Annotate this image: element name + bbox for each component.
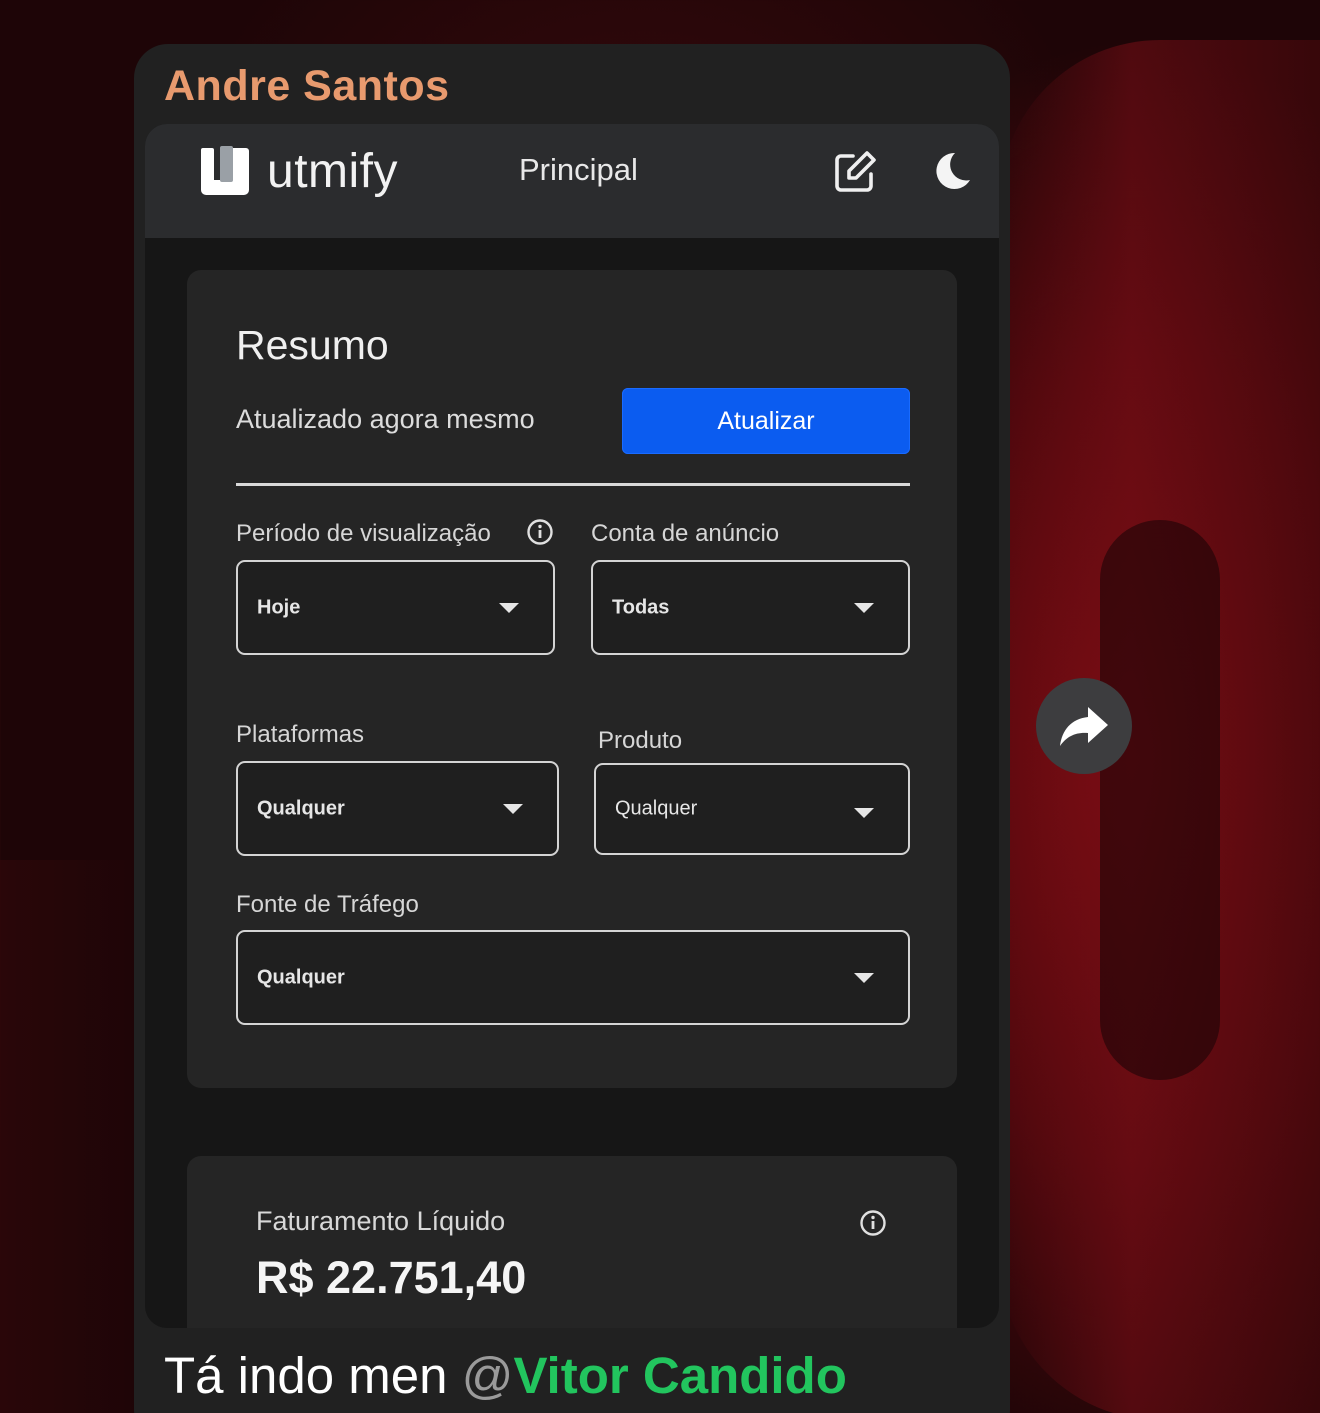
caption-text: Tá indo men bbox=[164, 1347, 462, 1404]
forward-arrow-icon bbox=[1060, 707, 1108, 746]
revenue-label: Faturamento Líquido bbox=[256, 1206, 506, 1236]
updated-status: Atualizado agora mesmo bbox=[236, 404, 535, 434]
chevron-down-icon bbox=[854, 808, 874, 818]
chevron-down-icon bbox=[854, 602, 874, 613]
revenue-value: R$ 22.751,40 bbox=[256, 1252, 527, 1303]
info-icon[interactable] bbox=[859, 1209, 887, 1237]
app-header: utmify Principal bbox=[145, 124, 999, 238]
period-label: Período de visualização bbox=[236, 520, 491, 547]
traffic-source-label: Fonte de Tráfego bbox=[236, 891, 419, 918]
revenue-card: Faturamento Líquido R$ 22.751,40 bbox=[187, 1156, 957, 1328]
ad-account-select-value: Todas bbox=[612, 596, 670, 618]
product-select[interactable]: Qualquer bbox=[594, 763, 910, 855]
platforms-select[interactable]: Qualquer bbox=[236, 761, 559, 856]
summary-title: Resumo bbox=[236, 322, 389, 368]
platforms-select-value: Qualquer bbox=[257, 797, 345, 819]
background-wallpaper-shade bbox=[0, 860, 140, 1413]
refresh-button[interactable]: Atualizar bbox=[622, 388, 910, 454]
message-bubble: Andre Santos utmify Principal Resumo Atu… bbox=[134, 44, 1010, 1413]
traffic-source-select-value: Qualquer bbox=[257, 966, 345, 988]
forward-button[interactable] bbox=[1036, 678, 1132, 774]
message-caption: Tá indo men @Vitor Candido bbox=[164, 1346, 847, 1405]
mention-link[interactable]: Vitor Candido bbox=[513, 1347, 846, 1404]
utmify-logo-icon bbox=[201, 146, 249, 195]
background-wallpaper-detail bbox=[1100, 520, 1220, 1080]
edit-icon[interactable] bbox=[831, 148, 879, 196]
nav-title[interactable]: Principal bbox=[519, 152, 638, 188]
info-icon[interactable] bbox=[526, 518, 554, 546]
message-sender[interactable]: Andre Santos bbox=[164, 62, 450, 111]
ad-account-label: Conta de anúncio bbox=[591, 520, 780, 547]
chevron-down-icon bbox=[499, 602, 519, 613]
message-image[interactable]: utmify Principal Resumo Atualizado agora… bbox=[145, 124, 999, 1328]
chevron-down-icon bbox=[854, 972, 874, 983]
mention-at-sign: @ bbox=[461, 1347, 514, 1404]
traffic-source-select[interactable]: Qualquer bbox=[236, 930, 910, 1025]
moon-icon[interactable] bbox=[931, 150, 973, 192]
period-select[interactable]: Hoje bbox=[236, 560, 555, 655]
product-select-value: Qualquer bbox=[615, 797, 698, 820]
platforms-label: Plataformas bbox=[236, 721, 365, 748]
summary-card: Resumo Atualizado agora mesmo Atualizar … bbox=[187, 270, 957, 1088]
period-select-value: Hoje bbox=[257, 596, 301, 618]
app-logo-text: utmify bbox=[267, 145, 399, 198]
product-label: Produto bbox=[598, 727, 683, 754]
divider bbox=[236, 483, 910, 486]
chevron-down-icon bbox=[503, 803, 523, 814]
ad-account-select[interactable]: Todas bbox=[591, 560, 910, 655]
